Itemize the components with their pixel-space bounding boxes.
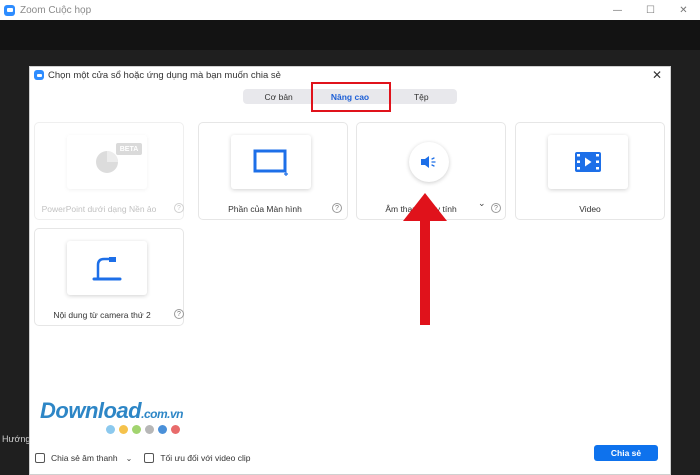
powerpoint-thumbnail: BETA: [67, 135, 147, 189]
tab-basic[interactable]: Cơ bản: [243, 89, 314, 104]
second-camera-thumbnail: [67, 241, 147, 295]
share-option-powerpoint-background[interactable]: BETA PowerPoint dưới dạng Nền ảo ?: [34, 122, 184, 220]
advanced-tab-highlight-box: [311, 82, 391, 112]
film-icon: [575, 152, 601, 172]
share-option-second-camera[interactable]: Nội dung từ camera thứ 2 ?: [34, 228, 184, 326]
watermark-text: Download.com.vn: [40, 398, 183, 424]
watermark-dot: [158, 425, 167, 434]
dialog-bottom-bar: Chia sẻ âm thanh ⌄ Tối ưu đối với video …: [30, 441, 670, 475]
watermark-dot: [106, 425, 115, 434]
card-label: Nội dung từ camera thứ 2: [53, 310, 151, 320]
screen-portion-thumbnail: [231, 135, 311, 189]
window-title: Zoom Cuộc họp: [20, 4, 92, 16]
share-audio-checkbox[interactable]: [35, 453, 45, 463]
watermark-suffix: .com.vn: [141, 407, 183, 421]
optimize-video-label: Tối ưu đối với video clip: [160, 453, 251, 463]
watermark-brand: Download: [40, 398, 142, 423]
window-titlebar: Zoom Cuộc họp — ☐ ✕: [0, 0, 700, 20]
card-label: Video: [579, 204, 601, 214]
share-option-video[interactable]: Video: [515, 122, 665, 220]
watermark-dot: [145, 425, 154, 434]
zoom-logo-icon: [34, 70, 44, 80]
speaker-icon-wrapper: [409, 142, 449, 182]
help-icon[interactable]: ?: [174, 309, 184, 319]
tab-files[interactable]: Tệp: [386, 89, 457, 104]
help-icon[interactable]: ?: [332, 203, 342, 213]
maximize-button[interactable]: ☐: [634, 0, 667, 20]
optimize-video-checkbox[interactable]: [144, 453, 155, 463]
download-watermark: Download.com.vn: [40, 398, 183, 434]
beta-badge: BETA: [116, 143, 142, 155]
minimize-button[interactable]: —: [601, 0, 634, 20]
share-option-screen-portion[interactable]: Phần của Màn hình ?: [198, 122, 348, 220]
dialog-close-button[interactable]: ✕: [652, 68, 662, 82]
screen-portion-icon: [253, 149, 288, 176]
window-controls: — ☐ ✕: [601, 0, 700, 20]
share-audio-dropdown[interactable]: ⌄: [126, 454, 133, 463]
document-camera-icon: [92, 257, 122, 281]
watermark-dot: [132, 425, 141, 434]
watermark-dot: [171, 425, 180, 434]
speaker-icon: [421, 156, 436, 168]
window-close-button[interactable]: ✕: [667, 0, 700, 20]
help-icon[interactable]: ?: [174, 203, 184, 213]
help-icon[interactable]: ?: [491, 203, 501, 213]
watermark-dots: [106, 425, 183, 434]
audio-thumbnail: [389, 135, 469, 189]
share-button[interactable]: Chia sẻ: [594, 445, 658, 461]
meeting-toolbar-area: [0, 20, 700, 50]
share-audio-label: Chia sẻ âm thanh: [51, 453, 118, 463]
watermark-dot: [119, 425, 128, 434]
background-partial-text: Hướng: [2, 434, 31, 444]
zoom-logo-icon: [4, 4, 15, 16]
video-thumbnail: [548, 135, 628, 189]
dialog-title: Chọn một cửa sổ hoặc ứng dụng mà bạn muố…: [48, 69, 281, 81]
share-dialog: Chọn một cửa sổ hoặc ứng dụng mà bạn muố…: [29, 66, 671, 475]
red-arrow-annotation: [403, 193, 447, 325]
card-label: PowerPoint dưới dạng Nền ảo: [41, 204, 157, 214]
audio-options-dropdown[interactable]: ⌄: [478, 199, 486, 209]
card-label: Phần của Màn hình: [228, 204, 302, 214]
dialog-titlebar: Chọn một cửa sổ hoặc ứng dụng mà bạn muố…: [30, 67, 670, 83]
